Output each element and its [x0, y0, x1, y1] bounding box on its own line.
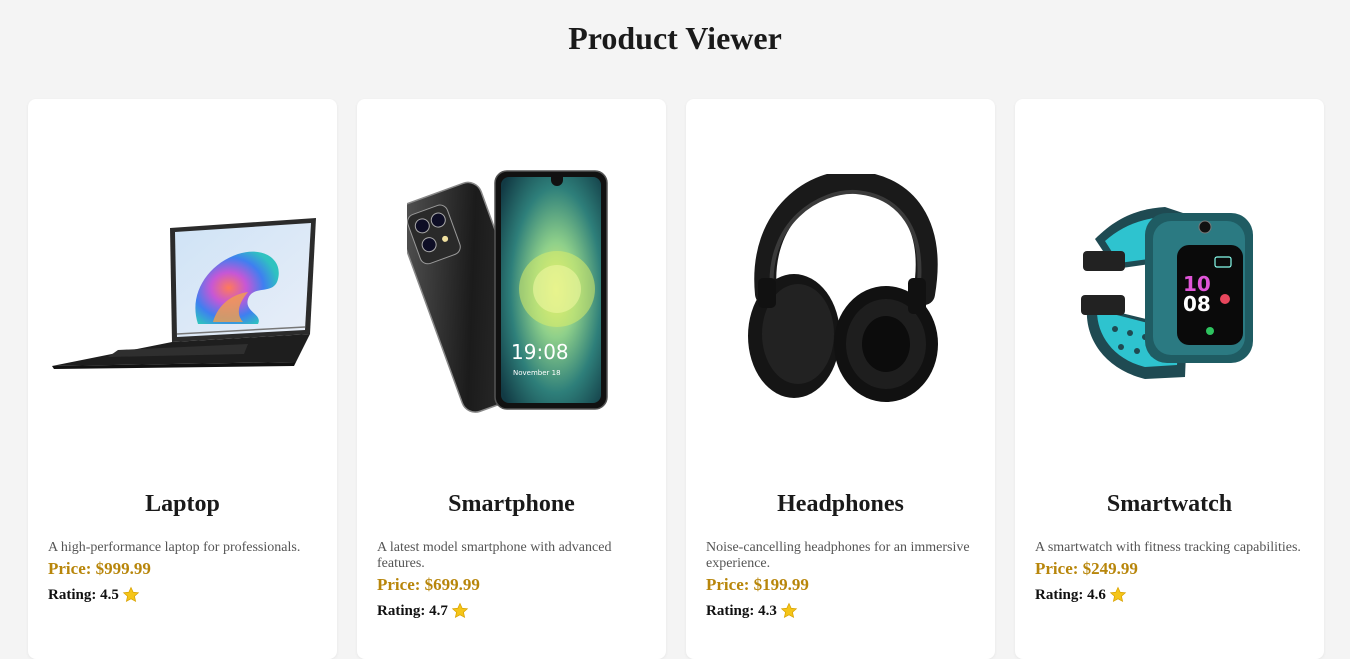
product-card-smartwatch[interactable]: 10 08 Smartwatch A smartwatch with fitne…: [1015, 99, 1324, 659]
product-card-smartphone[interactable]: 19:08 November 18 Smartphone A latest mo…: [357, 99, 666, 659]
product-rating: Rating: 4.3: [706, 601, 975, 621]
product-name: Smartwatch: [1106, 491, 1233, 517]
smartwatch-image: 10 08: [1035, 119, 1304, 469]
star-icon: [122, 586, 140, 604]
product-grid: Laptop A high-performance laptop for pro…: [28, 99, 1324, 659]
product-card-laptop[interactable]: Laptop A high-performance laptop for pro…: [28, 99, 337, 659]
smartphone-image: 19:08 November 18: [377, 119, 646, 469]
phone-time: 19:08: [511, 340, 569, 364]
star-icon: [780, 602, 798, 620]
headphones-image: [706, 119, 975, 469]
product-name: Smartphone: [448, 491, 575, 517]
product-rating: Rating: 4.5: [48, 585, 317, 605]
phone-date: November 18: [513, 369, 561, 377]
rating-label: Rating: 4.3: [706, 603, 777, 619]
smartphone-icon: 19:08 November 18: [406, 170, 608, 413]
star-icon: [451, 602, 469, 620]
product-description: A high-performance laptop for profession…: [48, 540, 301, 555]
product-rating: Rating: 4.6: [1035, 585, 1304, 605]
product-rating: Rating: 4.7: [377, 601, 646, 621]
headphones-icon: [747, 174, 938, 402]
rating-label: Rating: 4.7: [377, 603, 448, 619]
product-price: Price: $999.99: [48, 559, 151, 578]
product-description: Noise-cancelling headphones for an immer…: [706, 540, 970, 571]
page-title: Product Viewer: [568, 20, 782, 56]
product-name: Laptop: [145, 491, 220, 517]
product-name: Headphones: [777, 491, 904, 517]
product-card-headphones[interactable]: Headphones Noise-cancelling headphones f…: [686, 99, 995, 659]
product-price: Price: $249.99: [1035, 559, 1138, 578]
rating-label: Rating: 4.5: [48, 587, 119, 603]
laptop-image: [48, 119, 317, 469]
smartwatch-icon: 10 08: [1080, 207, 1253, 379]
product-description: A latest model smartphone with advanced …: [377, 540, 612, 571]
product-price: Price: $699.99: [377, 575, 480, 594]
watch-minute: 08: [1183, 292, 1211, 316]
star-icon: [1109, 586, 1127, 604]
laptop-icon: [52, 218, 316, 369]
rating-label: Rating: 4.6: [1035, 587, 1106, 603]
product-price: Price: $199.99: [706, 575, 809, 594]
product-description: A smartwatch with fitness tracking capab…: [1035, 540, 1301, 555]
